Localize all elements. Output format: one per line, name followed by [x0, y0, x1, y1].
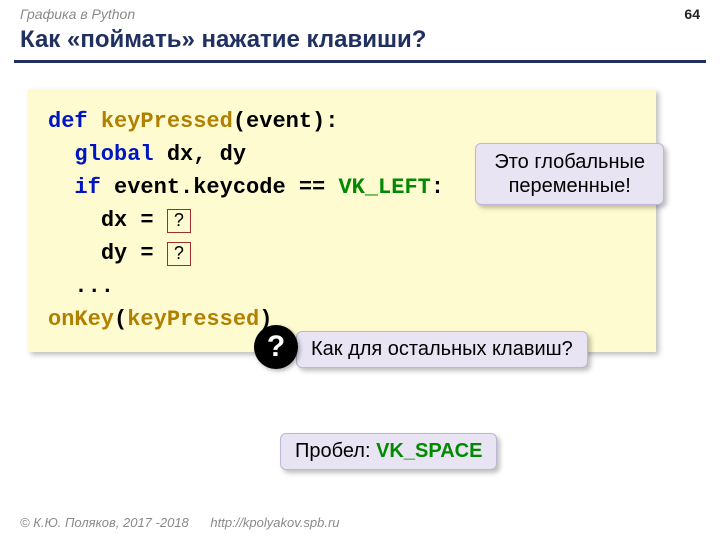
fn-param: (event):: [233, 109, 339, 134]
fn-onkey: onKey: [48, 307, 114, 332]
content: def keyPressed(event): global dx, dy if …: [0, 63, 720, 352]
qbox-dy: ?: [167, 242, 191, 266]
if-expr: event.keycode ==: [114, 175, 325, 200]
dx-assign: dx =: [101, 208, 167, 233]
onkey-arg: keyPressed: [127, 307, 259, 332]
page-title: Как «поймать» нажатие клавиши?: [0, 24, 720, 60]
qmark-glyph: ?: [267, 330, 285, 364]
paren-open: (: [114, 307, 127, 332]
callout-space-prefix: Пробел:: [295, 440, 376, 462]
qbox-dx: ?: [167, 209, 191, 233]
callout-global-vars: Это глобальные переменные!: [475, 143, 664, 205]
kw-def: def: [48, 109, 88, 134]
topbar: Графика в Python 64: [0, 0, 720, 24]
callout-global-l1: Это глобальные: [494, 151, 645, 173]
code-line-def: def keyPressed(event):: [48, 105, 636, 138]
global-vars: dx, dy: [167, 142, 246, 167]
code-block: def keyPressed(event): global dx, dy if …: [28, 89, 656, 352]
code-line-dots: ...: [48, 270, 636, 303]
footer: © К.Ю. Поляков, 2017 -2018 http://kpolya…: [20, 515, 340, 530]
code-line-dy: dy = ?: [48, 237, 636, 270]
const-vkleft: VK_LEFT: [338, 175, 430, 200]
callout-space: Пробел: VK_SPACE: [280, 433, 497, 470]
course-label: Графика в Python: [20, 6, 135, 22]
callout-other-text: Как для остальных клавиш?: [311, 338, 573, 360]
question-circle-icon: ?: [254, 325, 298, 369]
if-colon: :: [431, 175, 444, 200]
kw-if: if: [74, 175, 100, 200]
callout-space-const: VK_SPACE: [376, 440, 482, 462]
code-line-dx: dx = ?: [48, 204, 636, 237]
kw-global: global: [74, 142, 153, 167]
callout-global-l2: переменные!: [509, 175, 631, 197]
footer-url: http://kpolyakov.spb.ru: [210, 515, 339, 530]
page-number: 64: [684, 6, 700, 22]
fn-name: keyPressed: [101, 109, 233, 134]
dy-assign: dy =: [101, 241, 167, 266]
dots: ...: [74, 274, 114, 299]
callout-other-keys: Как для остальных клавиш?: [296, 331, 588, 368]
footer-copyright: © К.Ю. Поляков, 2017 -2018: [20, 515, 189, 530]
